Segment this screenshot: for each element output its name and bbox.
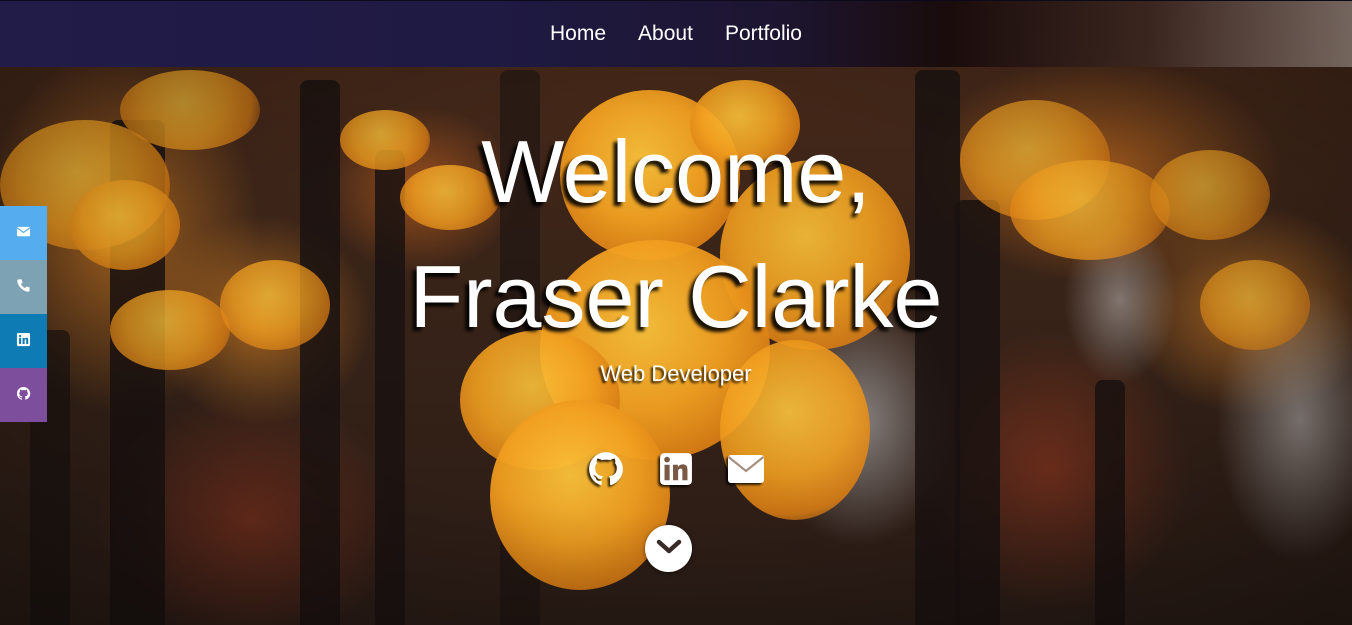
nav-home-link[interactable]: Home	[550, 22, 606, 46]
envelope-icon	[16, 224, 31, 243]
scroll-down-button[interactable]	[645, 525, 692, 572]
linkedin-link[interactable]	[658, 452, 694, 490]
hero-title-line2: Fraser Clarke	[409, 247, 943, 346]
envelope-icon	[727, 454, 765, 488]
nav-about-link[interactable]: About	[638, 22, 693, 46]
hero-title-line1: Welcome,	[481, 122, 871, 221]
hero-social-links	[0, 452, 1352, 490]
linkedin-icon	[659, 452, 693, 490]
chevron-down-icon	[656, 538, 682, 560]
github-icon	[16, 386, 31, 405]
email-link[interactable]	[727, 452, 765, 490]
nav-portfolio-link[interactable]: Portfolio	[725, 22, 802, 46]
github-icon	[588, 451, 624, 491]
hero-subtitle: Web Developer	[600, 361, 752, 386]
github-link[interactable]	[588, 452, 624, 490]
top-navbar: Home About Portfolio	[0, 0, 1352, 67]
